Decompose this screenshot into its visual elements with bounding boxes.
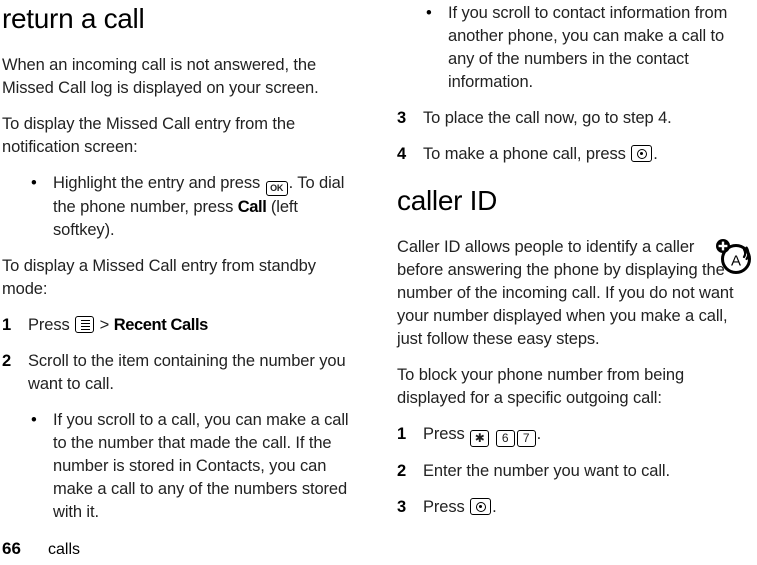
bullet-text: If you scroll to a call, you can make a … (53, 411, 349, 521)
softkey-label: Call (237, 198, 267, 216)
list-item: • If you scroll to a call, you can make … (2, 409, 349, 524)
chapter-name: calls (48, 541, 81, 558)
seven-key-icon: 7 (516, 430, 536, 447)
path-separator: > (99, 316, 110, 334)
list-item: 2 Enter the number you want to call. (397, 460, 744, 483)
menu-key-icon (75, 316, 95, 333)
step-text: To place the call now, go to step 4. (423, 109, 672, 127)
step-number: 3 (397, 498, 407, 516)
send-circle-icon (636, 148, 647, 159)
bullet-dot-icon: • (31, 411, 37, 429)
menu-path-label: Recent Calls (113, 316, 209, 334)
section-title-caller-id: caller ID (397, 185, 497, 216)
notification-intro-paragraph: To display the Missed Call entry from th… (2, 115, 296, 156)
list-item: 3 To place the call now, go to step 4. (397, 107, 744, 130)
step-text-end: . (536, 425, 542, 443)
svg-text:A: A (731, 253, 741, 270)
step-text: To make a phone call, press (423, 145, 626, 163)
standby-intro-paragraph: To display a Missed Call entry from stan… (2, 257, 316, 298)
step-number: 4 (397, 145, 407, 163)
list-item: • If you scroll to contact information f… (397, 2, 744, 94)
step-text-end: . (653, 145, 658, 163)
step-text: Press (28, 316, 70, 334)
six-key-icon: 6 (495, 430, 515, 447)
step-number: 2 (2, 352, 12, 370)
caller-id-paragraph: Caller ID allows people to identify a ca… (397, 238, 734, 348)
menu-lines-icon (80, 320, 90, 331)
step-text: Press (423, 498, 465, 516)
list-item: 3 Press . (397, 496, 744, 519)
bullet-text: If you scroll to contact information fro… (448, 4, 728, 91)
step-text: Enter the number you want to call. (423, 462, 670, 480)
list-item: 1 Press ✱ 67. (397, 423, 744, 447)
ok-key-icon: OK (265, 181, 288, 196)
list-item: 4 To make a phone call, press . (397, 143, 744, 166)
list-item: 1 Press > Recent Calls (2, 314, 349, 337)
step-number: 2 (397, 462, 407, 480)
list-item: • Highlight the entry and press OK. To d… (2, 172, 349, 242)
manual-page: return a call When an incoming call is n… (0, 0, 757, 565)
step-number: 3 (397, 109, 407, 127)
send-circle-icon (475, 501, 486, 512)
step-text: Scroll to the item containing the number… (28, 352, 346, 393)
block-number-intro-paragraph: To block your phone number from being di… (397, 366, 685, 407)
bullet-dot-icon: • (31, 174, 37, 192)
send-key-icon (631, 145, 653, 162)
send-key-icon (470, 498, 492, 515)
page-footer: 66 calls (2, 539, 80, 559)
step-number: 1 (397, 425, 407, 443)
list-item: 2 Scroll to the item containing the numb… (2, 350, 349, 396)
star-key-icon: ✱ (470, 430, 490, 447)
bullet-text-before: Highlight the entry and press (53, 174, 261, 192)
step-number: 1 (2, 316, 12, 334)
bullet-dot-icon: • (426, 4, 432, 22)
page-title: return a call (2, 3, 145, 34)
caller-id-antenna-icon: A (714, 236, 756, 278)
page-number: 66 (2, 539, 21, 558)
left-column: return a call When an incoming call is n… (2, 0, 349, 524)
right-column: • If you scroll to contact information f… (397, 0, 744, 519)
step-text: Press (423, 425, 465, 443)
intro-paragraph: When an incoming call is not answered, t… (2, 56, 319, 97)
step-text-end: . (492, 498, 497, 516)
